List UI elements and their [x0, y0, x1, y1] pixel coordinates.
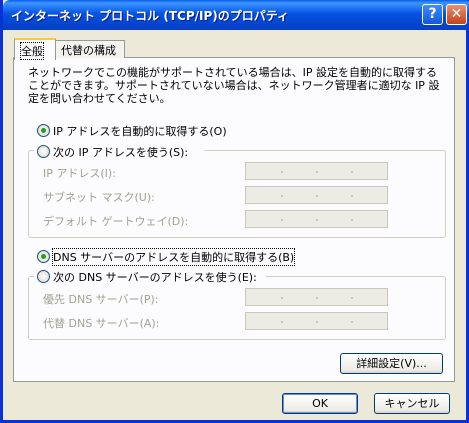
ip-address-field[interactable]	[245, 162, 388, 180]
ip-manual-radio[interactable]	[37, 145, 50, 158]
cancel-button[interactable]: キャンセル	[374, 393, 450, 414]
subnet-mask-field[interactable]	[245, 186, 388, 204]
close-button[interactable]: ✕	[446, 4, 467, 25]
preferred-dns-field[interactable]	[245, 288, 388, 306]
tab-label: 全般	[20, 42, 44, 60]
ip-auto-label[interactable]: IP アドレスを自動的に取得する(O)	[53, 123, 227, 139]
ip-auto-radio[interactable]	[37, 124, 50, 137]
help-button[interactable]: ?	[422, 4, 443, 25]
tab-alternate-config[interactable]: 代替の構成	[55, 40, 125, 58]
preferred-dns-label: 優先 DNS サーバー(P):	[43, 293, 159, 306]
dns-manual-radio[interactable]	[37, 270, 50, 283]
dns-manual-label[interactable]: 次の DNS サーバーのアドレスを使う(E):	[53, 269, 257, 285]
description-text: ネットワークでこの機能がサポートされている場合は、IP 設定を自動的に取得するこ…	[28, 66, 440, 105]
subnet-mask-label: サブネット マスク(U):	[43, 191, 155, 204]
tab-general[interactable]: 全般	[14, 38, 56, 60]
ip-manual-label[interactable]: 次の IP アドレスを使う(S):	[53, 144, 188, 160]
alternate-dns-field[interactable]	[245, 312, 388, 330]
title-bar[interactable]: インターネット プロトコル (TCP/IP)のプロパティ ? ✕	[3, 0, 469, 30]
window-title: インターネット プロトコル (TCP/IP)のプロパティ	[11, 9, 290, 23]
dns-auto-radio[interactable]	[37, 250, 50, 263]
ok-button[interactable]: OK	[282, 393, 358, 414]
default-gateway-field[interactable]	[245, 210, 388, 228]
alternate-dns-label: 代替 DNS サーバー(A):	[43, 317, 160, 330]
default-gateway-label: デフォルト ゲートウェイ(D):	[43, 215, 189, 228]
dns-auto-label[interactable]: DNS サーバーのアドレスを自動的に取得する(B)	[51, 248, 296, 266]
close-icon: ✕	[450, 6, 463, 22]
help-icon: ?	[428, 6, 437, 22]
ip-address-label: IP アドレス(I):	[43, 167, 116, 180]
tab-label: 代替の構成	[61, 44, 116, 57]
advanced-settings-button[interactable]: 詳細設定(V)...	[340, 353, 443, 374]
